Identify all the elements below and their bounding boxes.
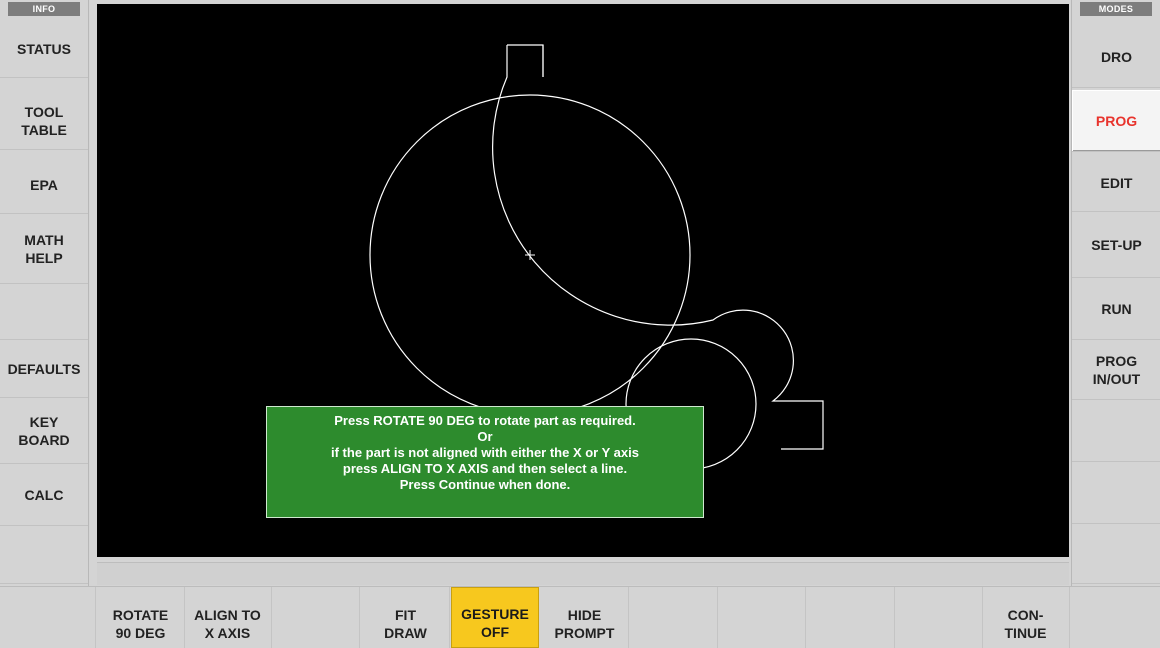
prog-mode-button[interactable]: PROG: [1072, 90, 1160, 152]
modes-panel: MODES DRO PROG EDIT SET-UP RUN PROG IN/O…: [1071, 0, 1160, 647]
softkey-empty-4[interactable]: [718, 587, 806, 648]
setup-mode-button[interactable]: SET-UP: [1072, 212, 1160, 278]
modes-empty-button-2[interactable]: [1072, 462, 1160, 524]
info-empty-button-1[interactable]: [0, 284, 88, 340]
epa-button[interactable]: EPA: [0, 156, 88, 214]
info-panel-header: INFO: [8, 2, 80, 16]
info-empty-button-2[interactable]: [0, 526, 88, 584]
fit-draw-button[interactable]: FIT DRAW: [362, 587, 450, 648]
prompt-line-5: Press Continue when done.: [399, 477, 571, 492]
softkey-empty-3[interactable]: [630, 587, 718, 648]
softkey-empty-5[interactable]: [807, 587, 895, 648]
rotate-90-deg-button[interactable]: ROTATE 90 DEG: [97, 587, 185, 648]
prompt-line-4: press ALIGN TO X AXIS and then select a …: [342, 461, 628, 476]
dro-mode-button[interactable]: DRO: [1072, 26, 1160, 88]
message-strip: [97, 562, 1069, 585]
info-panel: INFO STATUS TOOL TABLE EPA MATH HELP DEF…: [0, 0, 89, 647]
prompt-line-2: Or: [477, 429, 493, 444]
part-outer-profile: [492, 45, 824, 450]
softkey-empty-6[interactable]: [895, 587, 983, 648]
tool-table-button[interactable]: TOOL TABLE: [0, 92, 88, 150]
softkey-empty-1[interactable]: [8, 587, 96, 648]
keyboard-button[interactable]: KEY BOARD: [0, 398, 88, 464]
softkey-empty-2[interactable]: [272, 587, 360, 648]
edit-mode-button[interactable]: EDIT: [1072, 154, 1160, 212]
prompt-line-3: if the part is not aligned with either t…: [331, 445, 639, 460]
continue-button[interactable]: CON- TINUE: [982, 587, 1070, 648]
modes-panel-header: MODES: [1080, 2, 1152, 16]
math-help-button[interactable]: MATH HELP: [0, 214, 88, 284]
defaults-button[interactable]: DEFAULTS: [0, 340, 88, 398]
modes-empty-button-3[interactable]: [1072, 524, 1160, 584]
modes-empty-button-1[interactable]: [1072, 400, 1160, 462]
gesture-off-button[interactable]: GESTURE OFF: [451, 587, 539, 648]
part-top-tab: [507, 44, 544, 77]
calc-button[interactable]: CALC: [0, 464, 88, 526]
align-to-x-axis-button[interactable]: ALIGN TO X AXIS: [184, 587, 272, 648]
prompt-line-1: Press ROTATE 90 DEG to rotate part as re…: [334, 413, 636, 428]
hide-prompt-button[interactable]: HIDE PROMPT: [541, 587, 629, 648]
status-button[interactable]: STATUS: [0, 20, 88, 78]
run-mode-button[interactable]: RUN: [1072, 278, 1160, 340]
softkey-empty-7[interactable]: [1071, 587, 1160, 648]
prog-inout-mode-button[interactable]: PROG IN/OUT: [1072, 340, 1160, 400]
instruction-prompt: Press ROTATE 90 DEG to rotate part as re…: [266, 406, 704, 518]
softkey-bar: ROTATE 90 DEG ALIGN TO X AXIS FIT DRAW G…: [0, 586, 1160, 648]
